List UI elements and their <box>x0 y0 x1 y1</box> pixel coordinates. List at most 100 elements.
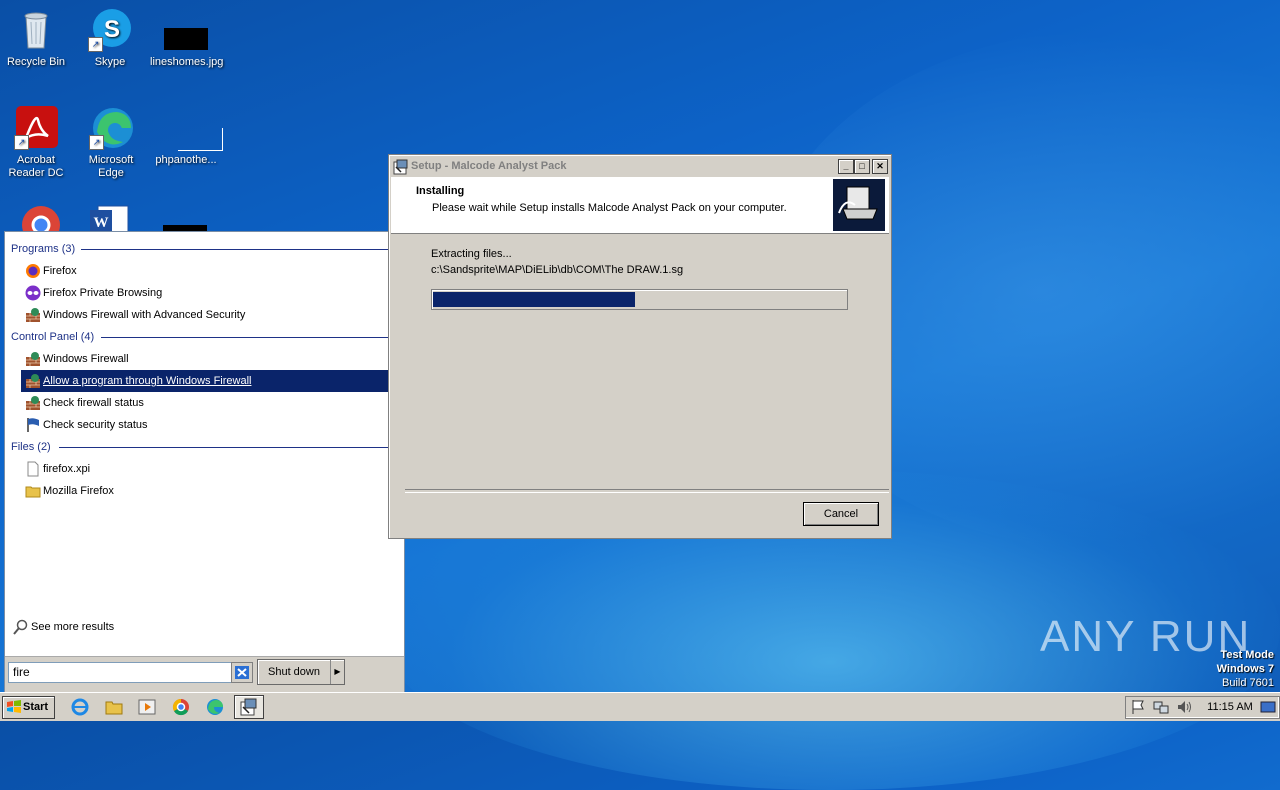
cancel-button[interactable]: Cancel <box>803 502 879 526</box>
result-label: Check security status <box>43 419 148 431</box>
start-search-input[interactable]: fire <box>8 662 234 683</box>
edge-icon: ↗ <box>89 106 133 150</box>
file-icon <box>25 461 41 477</box>
result-label: firefox.xpi <box>43 463 91 475</box>
install-progress-bar <box>431 289 848 310</box>
clear-search-button[interactable] <box>231 662 253 683</box>
taskbar: Start 11:15 AM <box>0 692 1280 721</box>
magnifier-icon <box>13 619 29 641</box>
result-check-firewall-status[interactable]: Check firewall status <box>21 392 401 414</box>
result-check-security-status[interactable]: Check security status <box>21 414 401 436</box>
windows-logo-icon <box>6 699 22 723</box>
result-label: Firefox Private Browsing <box>43 287 163 299</box>
start-label: Start <box>23 701 49 713</box>
result-label: Windows Firewall with Advanced Security <box>43 309 246 321</box>
see-more-results-link[interactable]: See more results <box>11 618 114 636</box>
volume-icon[interactable] <box>1176 699 1192 718</box>
result-firefox-private[interactable]: Firefox Private Browsing <box>21 282 401 304</box>
shut-down-label: Shut down <box>268 666 320 678</box>
group-files: Files (2) <box>5 436 404 458</box>
header-subtitle: Please wait while Setup installs Malcode… <box>432 202 787 214</box>
desktop-icon-label: lineshomes.jpg <box>150 56 224 68</box>
firewall-icon <box>25 307 41 323</box>
file-icon <box>164 106 223 151</box>
result-firefox[interactable]: Firefox <box>21 260 401 282</box>
close-icon <box>232 666 252 685</box>
result-label: Firefox <box>43 265 77 277</box>
setup-dialog: Setup - Malcode Analyst Pack _ □ ✕ Insta… <box>388 154 892 539</box>
desktop-icon-label: Acrobat Reader DC <box>8 154 64 179</box>
maximize-icon: □ <box>859 161 865 171</box>
action-center-flag-icon[interactable] <box>1130 699 1146 718</box>
result-mozilla-firefox-folder[interactable]: Mozilla Firefox <box>21 480 401 502</box>
minimize-icon: _ <box>843 161 849 171</box>
group-label: Control Panel (4) <box>11 331 95 343</box>
status-text: Extracting files... <box>431 248 512 260</box>
recycle-bin-icon <box>14 8 58 52</box>
show-desktop-icon[interactable] <box>1260 699 1276 718</box>
divider <box>405 489 889 493</box>
header-title: Installing <box>416 185 465 197</box>
title-bar[interactable]: Setup - Malcode Analyst Pack _ □ ✕ <box>391 157 889 176</box>
system-tray: 11:15 AM <box>1125 696 1280 719</box>
see-more-label: See more results <box>31 621 115 633</box>
shut-down-button[interactable]: Shut down ▶ <box>257 659 345 685</box>
result-firefox-xpi[interactable]: firefox.xpi <box>21 458 401 480</box>
network-icon[interactable] <box>1153 699 1169 718</box>
desktop-icon-skype[interactable]: S ↗ Skype <box>74 8 146 69</box>
shut-down-options-button[interactable]: ▶ <box>330 660 344 684</box>
dialog-body: Extracting files... c:\Sandsprite\MAP\Di… <box>405 235 889 489</box>
start-button[interactable]: Start <box>2 696 55 719</box>
chevron-right-icon: ▶ <box>334 667 341 676</box>
divider <box>81 249 398 250</box>
os-label: Windows 7 <box>1216 663 1274 675</box>
svg-text:S: S <box>104 16 120 43</box>
firefox-icon <box>25 263 41 279</box>
explorer-icon[interactable] <box>105 698 123 716</box>
chrome-desktop-icon-partial[interactable] <box>20 204 62 231</box>
minimize-button[interactable]: _ <box>838 159 854 174</box>
ie-icon[interactable] <box>71 698 89 716</box>
result-allow-program-firewall[interactable]: Allow a program through Windows Firewall <box>21 370 401 392</box>
installer-computer-icon <box>833 179 885 231</box>
clock[interactable]: 11:15 AM <box>1204 697 1256 718</box>
desktop-icon-recycle-bin[interactable]: Recycle Bin <box>0 8 72 69</box>
desktop-icon-phpanother[interactable]: phpanothe... <box>150 106 223 167</box>
result-firewall-advanced[interactable]: Windows Firewall with Advanced Security <box>21 304 401 326</box>
progress-fill <box>433 292 635 307</box>
divider <box>59 447 398 448</box>
shortcut-arrow-icon: ↗ <box>88 37 103 52</box>
private-browsing-icon <box>25 285 41 301</box>
close-button[interactable]: ✕ <box>872 159 888 174</box>
desktop-icon-label: Microsoft Edge <box>88 154 134 179</box>
edge-icon[interactable] <box>206 698 224 716</box>
desktop-icon-edge[interactable]: ↗ Microsoft Edge <box>75 106 147 180</box>
folder-icon <box>25 483 41 499</box>
dialog-header: Installing Please wait while Setup insta… <box>391 177 889 234</box>
acrobat-icon: ↗ <box>14 106 58 150</box>
media-player-icon[interactable] <box>138 698 156 716</box>
skype-icon: S ↗ <box>88 8 132 52</box>
desktop-icon-label: Skype <box>94 56 126 68</box>
result-label: Mozilla Firefox <box>43 485 114 497</box>
setup-taskbar-button[interactable] <box>234 695 264 719</box>
shortcut-arrow-icon: ↗ <box>89 135 104 150</box>
divider <box>101 337 398 338</box>
desktop-icon-lineshomes[interactable]: lineshomes.jpg <box>150 8 224 69</box>
flag-icon <box>25 417 41 433</box>
build-label: Build 7601 <box>1222 677 1274 689</box>
group-programs: Programs (3) <box>5 238 404 260</box>
chrome-icon[interactable] <box>172 698 190 716</box>
maximize-button[interactable]: □ <box>854 159 870 174</box>
group-label: Programs (3) <box>11 243 76 255</box>
firewall-icon <box>25 373 41 389</box>
desktop-icon-acrobat[interactable]: ↗ Acrobat Reader DC <box>0 106 72 180</box>
result-label: Windows Firewall <box>43 353 129 365</box>
result-windows-firewall[interactable]: Windows Firewall <box>21 348 401 370</box>
test-mode-notice: Test Mode Windows 7 Build 7601 <box>1217 648 1274 690</box>
close-icon: ✕ <box>876 161 884 171</box>
firewall-icon <box>25 351 41 367</box>
word-desktop-icon-partial[interactable]: W <box>88 204 132 231</box>
result-label: Allow a program through Windows Firewall <box>43 375 252 387</box>
start-menu-bottom-bar: fire Shut down ▶ <box>5 656 404 693</box>
